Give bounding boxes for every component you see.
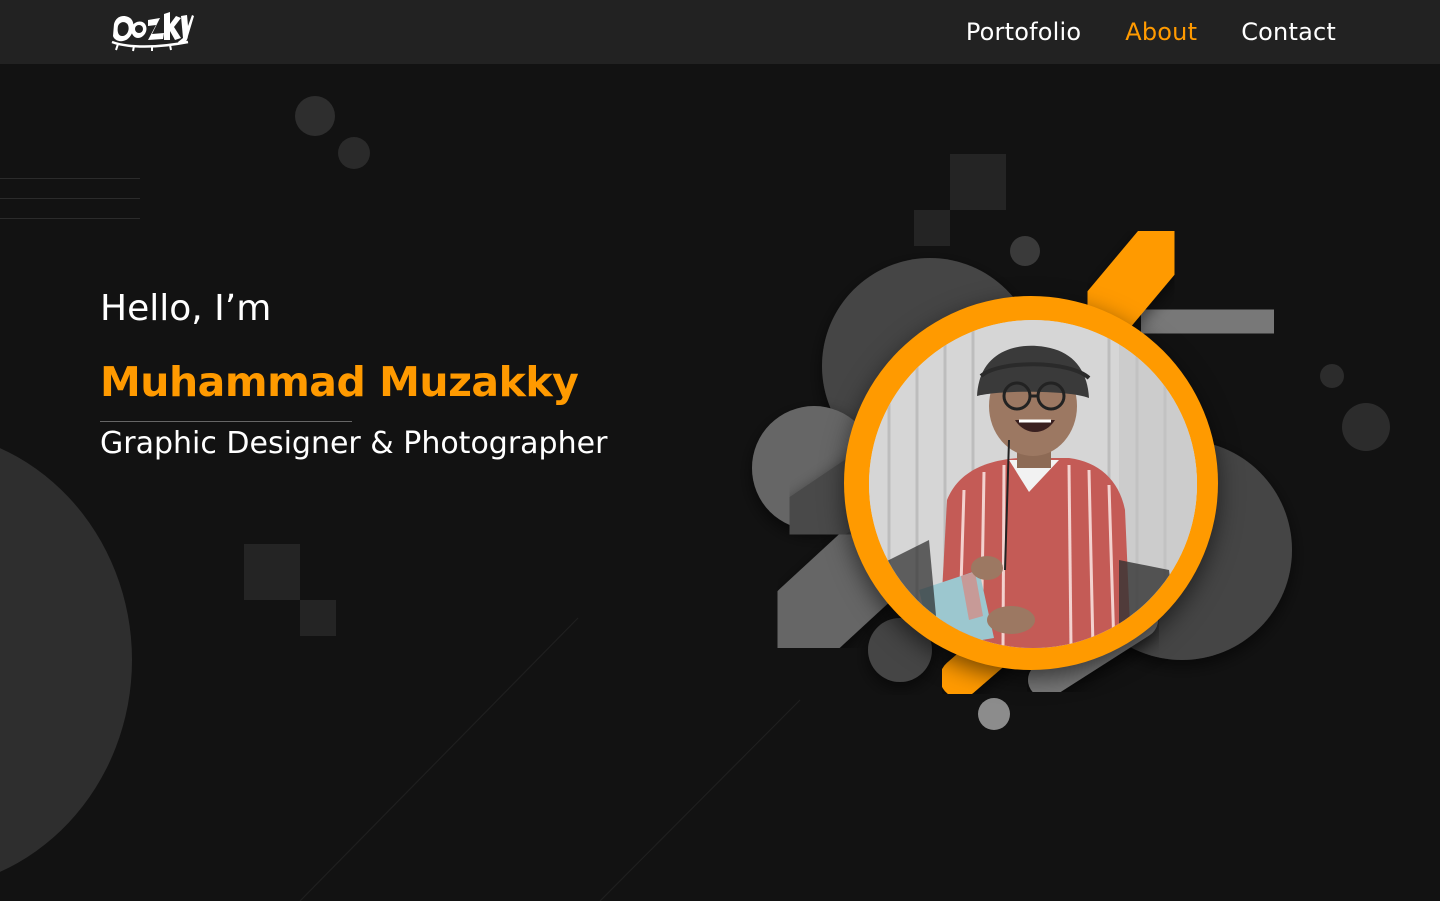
site-logo[interactable]	[108, 6, 194, 52]
page: Portofolio About Contact Hello, I’m Muha…	[0, 0, 1440, 901]
profile-photo	[869, 320, 1197, 648]
profile-photo-illustration	[869, 320, 1197, 648]
main-nav: Portofolio About Contact	[966, 0, 1336, 64]
hero-shapes	[752, 218, 1298, 698]
top-navbar: Portofolio About Contact	[0, 0, 1440, 64]
nav-contact-link[interactable]: Contact	[1241, 18, 1336, 46]
nav-portofolio-link[interactable]: Portofolio	[966, 18, 1081, 46]
nav-about-link[interactable]: About	[1125, 18, 1197, 46]
decorative-dot	[978, 698, 1010, 730]
